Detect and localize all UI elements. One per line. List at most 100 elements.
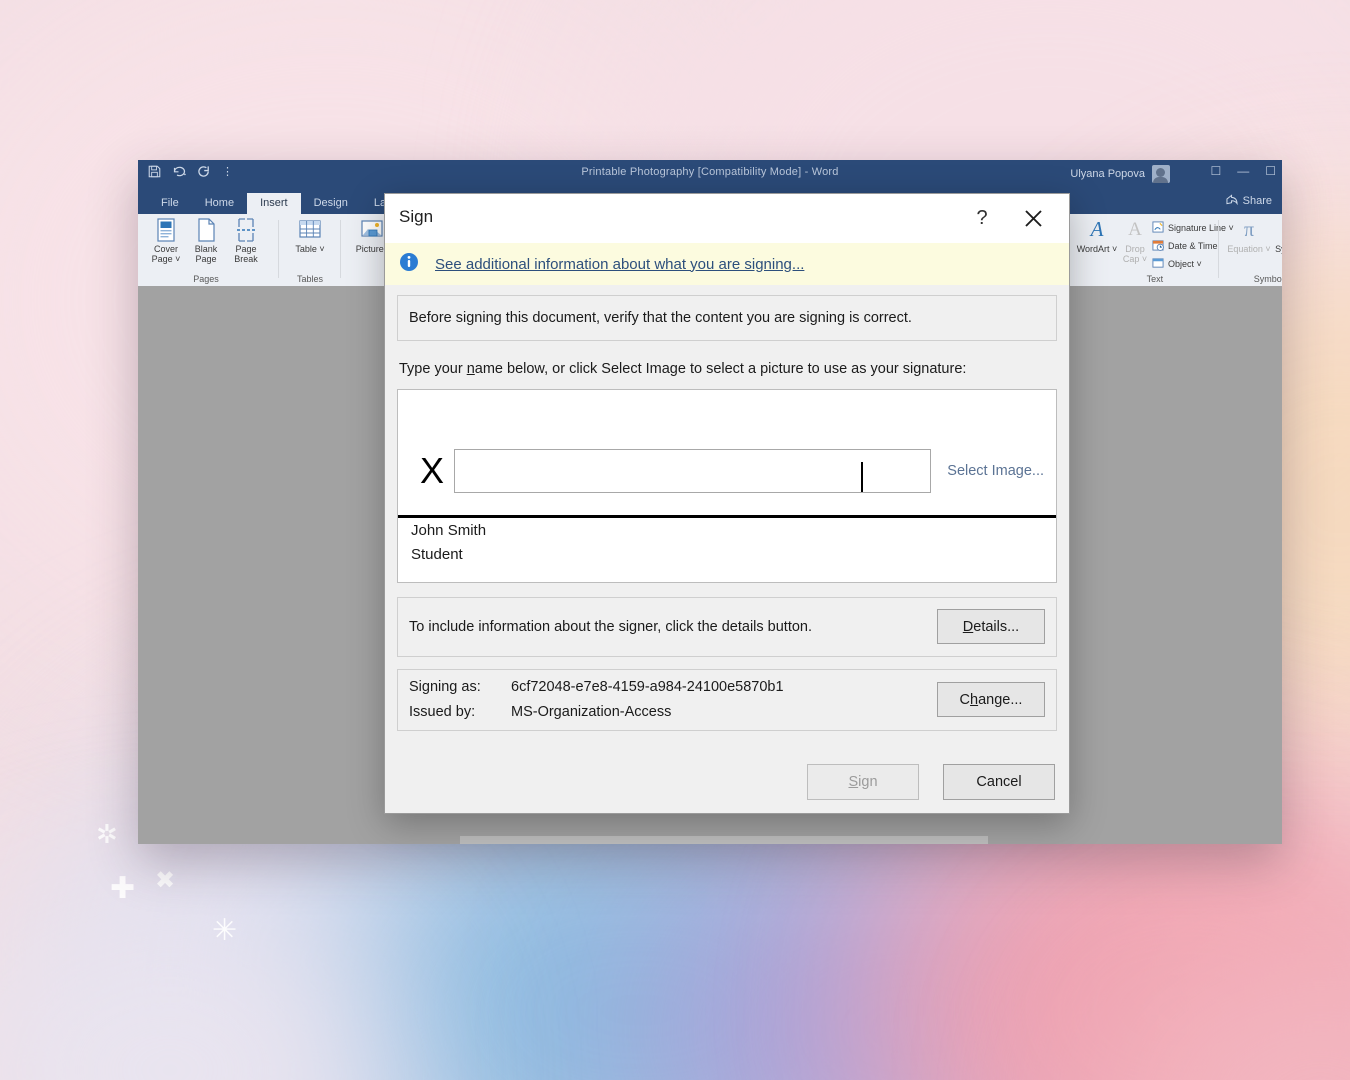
cover-page-icon [155,217,177,243]
name-instructions-before: Type your [399,361,467,377]
sign-dialog: Sign ? See additional information about … [384,193,1070,814]
ribbon-group-text: A WordArt ˅ A Drop Cap ˅ Signature Line … [1076,214,1234,286]
change-button-after: ange... [978,691,1023,708]
certificate-section: Signing as: 6cf72048-e7e8-4159-a984-2410… [397,668,1057,731]
signer-name: John Smith [411,521,487,539]
table-button[interactable]: Table ˅ [290,217,330,255]
cancel-button[interactable]: Cancel [943,764,1055,800]
info-bar: See additional information about what yo… [385,243,1069,285]
signature-x-mark: X [419,449,444,491]
ribbon-separator [278,220,279,278]
name-instructions: Type your name below, or click Select Im… [399,359,1055,380]
signing-as-label: Signing as: [409,679,481,696]
additional-information-link[interactable]: See additional information about what yo… [435,256,804,273]
ribbon-group-symbols: π Equation ˅ Ω Symbol ˅ Symbols [1226,214,1282,286]
change-button-accel: h [970,691,979,708]
page-break-button[interactable]: Page Break [226,217,266,265]
name-instructions-after: ame below, or click Select Image to sele… [474,361,967,377]
date-time-icon [1152,239,1164,253]
sign-button-label: ign [858,774,878,790]
sign-button[interactable]: Sign [807,764,919,800]
avatar[interactable] [1152,165,1170,183]
ribbon-group-label-symbols: Symbols [1253,274,1282,284]
text-caret [861,461,863,492]
change-button-before: C [959,691,971,708]
blank-page-button[interactable]: Blank Page [186,217,226,265]
signature-line-label: Signature Line ˅ [1168,222,1234,233]
details-button-accel: D [962,618,974,635]
dialog-title: Sign [399,207,434,226]
plus-sparkle-icon: ✚ [110,871,136,906]
certificate-rows: Signing as: 6cf72048-e7e8-4159-a984-2410… [409,675,937,724]
window-controls[interactable]: ☐ — ☐ [1210,164,1276,178]
tab-file[interactable]: File [148,193,192,214]
wordart-label: WordArt ˅ [1076,244,1118,254]
x-sparkle-icon: ✖ [155,866,176,894]
drop-cap-button[interactable]: A Drop Cap ˅ [1118,217,1152,265]
ribbon-group-label-tables: Tables [296,274,323,284]
change-certificate-button[interactable]: Ch ange... [937,682,1045,718]
equation-icon: π [1243,219,1255,241]
ribbon-group-label-text: Text [1146,274,1164,284]
verify-content-message: Before signing this document, verify tha… [397,295,1057,341]
wordart-button[interactable]: A WordArt ˅ [1076,217,1118,255]
ribbon-display-options-icon[interactable]: ☐ [1210,164,1221,178]
dialog-title-bar: Sign ? [385,194,1069,243]
dialog-content: Before signing this document, verify tha… [385,285,1069,813]
user-account[interactable]: Ulyana Popova [1070,165,1170,183]
equation-label: Equation ˅ [1227,244,1271,254]
ribbon-group-tables: Table ˅ Tables [290,214,330,286]
equation-button[interactable]: π Equation ˅ [1226,217,1272,255]
drop-cap-icon: A [1128,218,1142,240]
ribbon-separator [1218,220,1219,278]
name-instructions-accel: n [466,361,475,377]
text-group-small-buttons: Signature Line ˅ Date & Time Object ˅ [1152,217,1234,271]
select-image-link[interactable]: Select Image... [947,463,1044,479]
signing-as-value: 6cf72048-e7e8-4159-a984-24100e5870b1 [511,679,784,696]
tab-home[interactable]: Home [192,193,247,214]
table-icon [298,217,322,243]
tab-insert[interactable]: Insert [247,193,301,214]
ribbon-group-pages: Cover Page ˅ Blank Page Page Break Pages [146,214,266,286]
sparkle-ring-icon: ✲ [96,820,118,850]
details-button[interactable]: Details... [937,609,1045,645]
symbol-label: Symbol ˅ [1275,244,1282,254]
share-label: Share [1242,195,1272,207]
dialog-footer-buttons: Sign Cancel [807,764,1055,800]
cover-page-button[interactable]: Cover Page ˅ [146,217,186,265]
document-page [460,836,988,844]
signature-panel: X Select Image... John Smith Student [397,388,1057,583]
object-button[interactable]: Object ˅ [1152,256,1234,271]
sign-button-accel: S [848,774,859,790]
issued-by-value: MS-Organization-Access [511,703,672,720]
ribbon-separator [340,220,341,278]
signature-input-row: X Select Image... [398,444,1056,498]
issued-by-label: Issued by: [409,703,476,720]
date-time-button[interactable]: Date & Time [1152,238,1234,253]
sun-sparkle-icon: ✳ [212,913,238,948]
signature-line-rule [398,514,1056,518]
details-button-label: etails... [973,618,1020,635]
wordart-icon: A [1090,217,1104,242]
date-time-label: Date & Time [1168,240,1218,251]
info-icon [399,252,419,276]
minimize-icon[interactable]: — [1237,164,1249,178]
close-icon[interactable] [1017,203,1049,233]
pictures-icon [360,217,384,243]
user-name-label: Ulyana Popova [1070,168,1145,180]
symbol-button[interactable]: Ω Symbol ˅ [1272,217,1282,255]
share-icon [1226,194,1238,208]
word-title-bar: ⋮ Printable Photography [Compatibility M… [138,160,1282,190]
issued-by-row: Issued by: MS-Organization-Access [409,700,937,724]
share-button[interactable]: Share [1226,194,1272,208]
table-label: Table ˅ [295,244,325,254]
drop-cap-label: Drop Cap ˅ [1122,244,1148,264]
tab-design[interactable]: Design [301,193,361,214]
restore-icon[interactable]: ☐ [1265,164,1276,178]
details-section: To include information about the signer,… [397,596,1057,657]
help-icon[interactable]: ? [967,203,997,233]
signature-line-button[interactable]: Signature Line ˅ [1152,220,1234,235]
ribbon-group-label-pages: Pages [193,274,219,284]
signature-name-input[interactable] [454,448,932,493]
signature-line-icon [1152,220,1164,235]
